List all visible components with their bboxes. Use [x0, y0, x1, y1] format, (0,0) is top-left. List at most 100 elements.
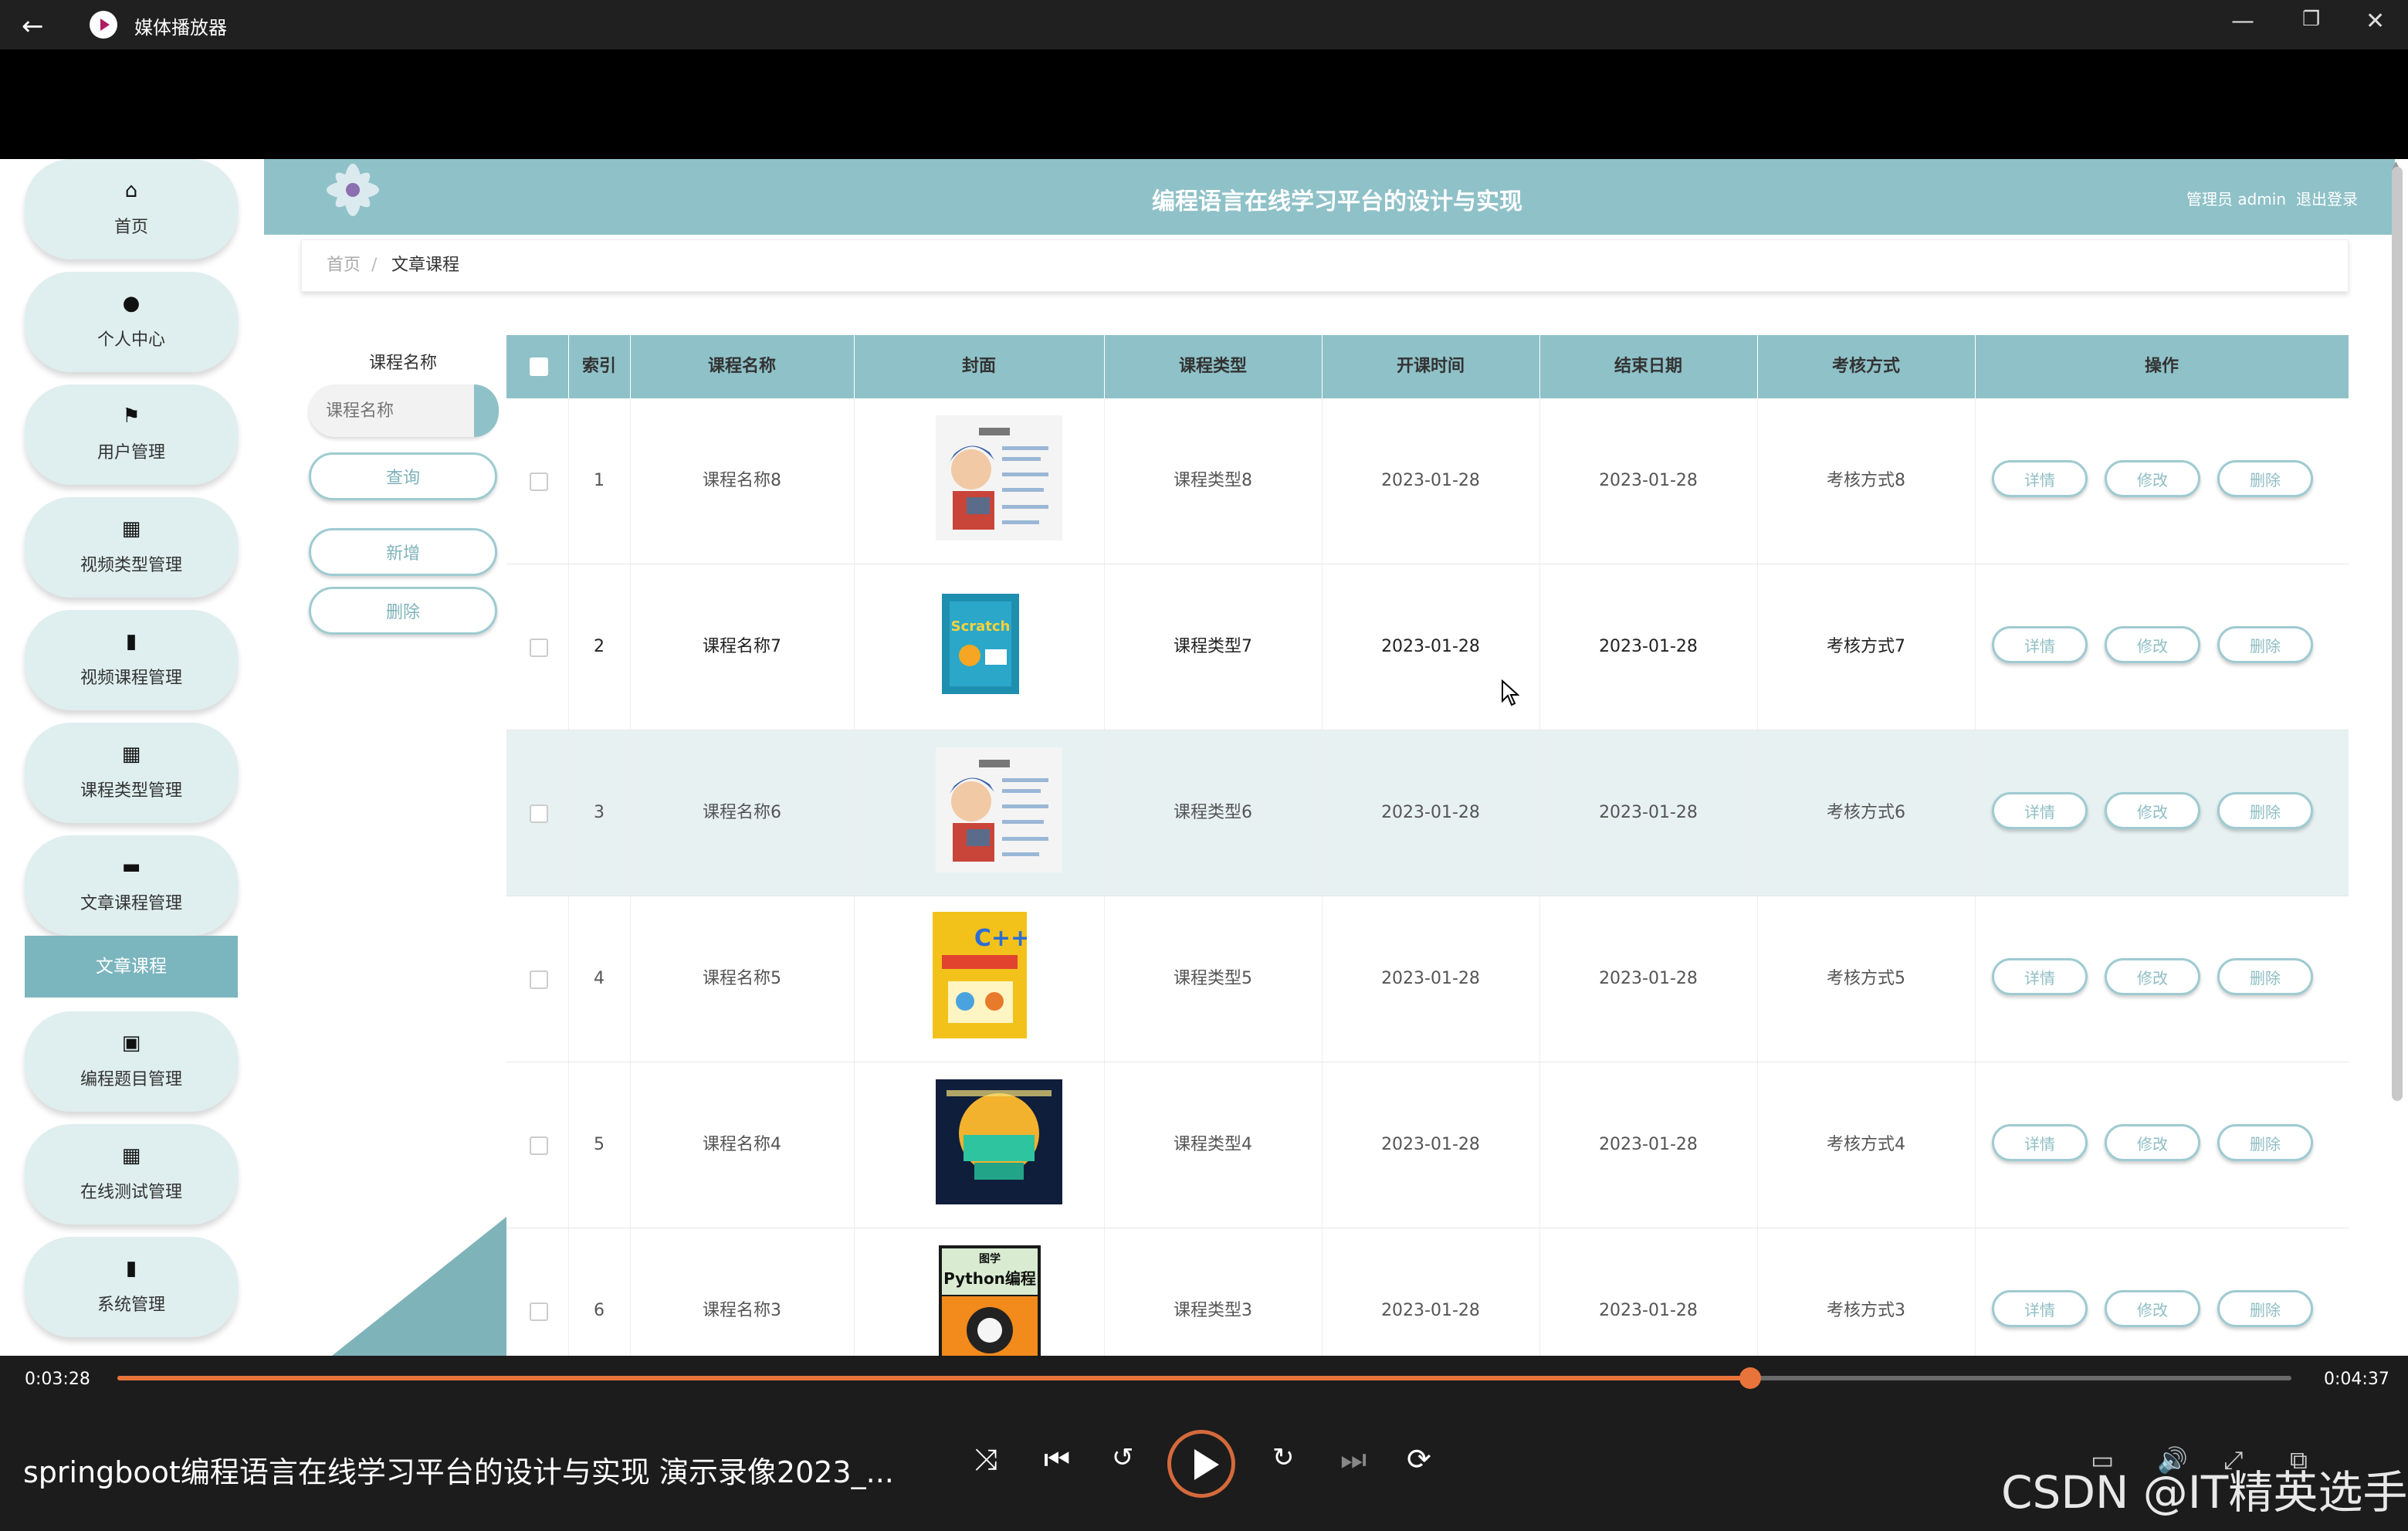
sidebar-item-users[interactable]: ⚑ 用户管理 — [25, 384, 238, 485]
row-index: 2 — [568, 564, 631, 730]
sidebar-item-article-courses[interactable]: ▬ 文章课程管理 — [25, 835, 238, 936]
search-field-label: 课程名称 — [368, 354, 437, 373]
row-checkbox[interactable] — [530, 1302, 548, 1321]
row-checkbox[interactable] — [530, 638, 548, 657]
delete-button[interactable]: 删除 — [2217, 958, 2313, 995]
detail-button[interactable]: 详情 — [1992, 626, 2088, 663]
row-end-date: 2023-01-28 — [1539, 1062, 1758, 1228]
column-header-index: 索引 — [568, 335, 631, 398]
row-actions: 详情 修改 删除 — [1975, 1228, 2349, 1356]
cover-image-cartoon-boy[interactable] — [936, 415, 1062, 540]
edit-button[interactable]: 修改 — [2105, 626, 2200, 663]
seek-bar-handle[interactable] — [1739, 1367, 1761, 1389]
shuffle-icon[interactable]: ⤨ — [974, 1442, 997, 1477]
edit-button[interactable]: 修改 — [2105, 958, 2200, 995]
close-button[interactable]: ✕ — [2366, 8, 2385, 35]
row-actions: 详情 修改 删除 — [1975, 398, 2349, 564]
cover-image-scratch-book[interactable]: Scratch — [942, 594, 1019, 694]
previous-track-icon[interactable]: ⏮ — [1044, 1442, 1070, 1477]
row-index: 1 — [568, 398, 631, 564]
add-button[interactable]: 新增 — [309, 528, 497, 576]
cover-image-kids-coding[interactable] — [936, 1079, 1062, 1204]
vertical-scrollbar[interactable] — [2392, 167, 2403, 1101]
rewind-10-icon[interactable]: ↺ — [1112, 1442, 1134, 1473]
detail-button[interactable]: 详情 — [1992, 1124, 2088, 1161]
table-row: 6 课程名称3 图学 Python编程 课程类型3 2023-01-28 202… — [506, 1228, 2349, 1356]
detail-button[interactable]: 详情 — [1992, 792, 2088, 829]
sidebar-item-label: 视频类型管理 — [80, 556, 182, 575]
row-cover-cell: C++ — [854, 896, 1105, 1062]
batch-delete-button[interactable]: 删除 — [309, 587, 497, 635]
detail-button[interactable]: 详情 — [1992, 1290, 2088, 1327]
sidebar-item-coding-problems[interactable]: ▣ 编程题目管理 — [25, 1011, 238, 1112]
select-all-checkbox[interactable] — [530, 357, 548, 376]
video-letterbox-top — [0, 49, 2408, 159]
row-end-date: 2023-01-28 — [1539, 564, 1758, 730]
current-user-label: 管理员 admin — [2186, 190, 2287, 208]
row-assessment: 考核方式6 — [1757, 730, 1976, 896]
next-track-icon[interactable]: ⏭ — [1340, 1442, 1367, 1477]
seek-bar[interactable] — [117, 1367, 2291, 1389]
flower-decoration-icon — [327, 164, 379, 216]
row-course-type: 课程类型8 — [1104, 398, 1323, 564]
total-time: 0:04:37 — [2324, 1370, 2389, 1389]
row-select-cell — [506, 730, 569, 896]
query-button[interactable]: 查询 — [309, 452, 497, 500]
delete-button[interactable]: 删除 — [2217, 1124, 2313, 1161]
row-checkbox[interactable] — [530, 804, 548, 823]
row-cover-cell: Scratch — [854, 564, 1105, 730]
sidebar-item-label: 系统管理 — [97, 1296, 165, 1315]
forward-30-icon[interactable]: ↻ — [1272, 1442, 1295, 1473]
back-arrow-icon[interactable]: ← — [22, 11, 44, 42]
sidebar-item-system[interactable]: ▮ 系统管理 — [25, 1237, 238, 1337]
bar-chart-icon: ▮ — [125, 1257, 137, 1280]
row-select-cell — [506, 896, 569, 1062]
maximize-button[interactable]: ❐ — [2302, 8, 2320, 31]
page-header: 编程语言在线学习平台的设计与实现 管理员 admin 退出登录 — [264, 159, 2395, 235]
row-actions: 详情 修改 删除 — [1975, 730, 2349, 896]
delete-button[interactable]: 删除 — [2217, 792, 2313, 829]
delete-button[interactable]: 删除 — [2217, 626, 2313, 663]
row-assessment: 考核方式3 — [1757, 1228, 1976, 1356]
breadcrumb-home-link[interactable]: 首页 — [327, 240, 361, 291]
edit-button[interactable]: 修改 — [2105, 1290, 2200, 1327]
row-checkbox[interactable] — [530, 970, 548, 989]
row-checkbox[interactable] — [530, 1136, 548, 1155]
repeat-icon[interactable]: ⟳ — [1407, 1442, 1431, 1476]
row-select-cell — [506, 1062, 569, 1228]
media-player-app-icon — [90, 11, 117, 39]
delete-button[interactable]: 删除 — [2217, 1290, 2313, 1327]
cover-image-cpp-book[interactable]: C++ — [933, 912, 1027, 1038]
sidebar-item-profile[interactable]: ● 个人中心 — [25, 272, 238, 372]
sidebar-item-home[interactable]: ⌂ 首页 — [25, 159, 238, 259]
minimize-button[interactable]: — — [2231, 8, 2254, 35]
logout-link[interactable]: 退出登录 — [2296, 187, 2358, 209]
page-title: 编程语言在线学习平台的设计与实现 — [1152, 188, 1522, 215]
video-title: springboot编程语言在线学习平台的设计与实现 演示录像2023_... — [23, 1455, 894, 1489]
edit-button[interactable]: 修改 — [2105, 460, 2200, 497]
sidebar-item-video-types[interactable]: ▦ 视频类型管理 — [25, 497, 238, 598]
row-course-name: 课程名称6 — [630, 730, 855, 896]
row-course-type: 课程类型5 — [1104, 896, 1323, 1062]
sidebar-subitem-article-course[interactable]: 文章课程 — [25, 936, 238, 998]
detail-button[interactable]: 详情 — [1992, 958, 2088, 995]
row-course-name: 课程名称3 — [630, 1228, 855, 1356]
delete-button[interactable]: 删除 — [2217, 460, 2313, 497]
row-end-date: 2023-01-28 — [1539, 1228, 1758, 1356]
table-row: 2 课程名称7 Scratch 课程类型7 2023-01-28 2023-01… — [506, 564, 2349, 730]
play-button[interactable] — [1167, 1430, 1235, 1498]
cover-image-python-book[interactable]: 图学 Python编程 — [939, 1245, 1041, 1356]
sidebar-item-label: 课程类型管理 — [80, 781, 182, 801]
edit-button[interactable]: 修改 — [2105, 792, 2200, 829]
sidebar-item-video-courses[interactable]: ▮ 视频课程管理 — [25, 610, 238, 710]
row-checkbox[interactable] — [530, 473, 548, 491]
cover-image-cartoon-boy[interactable] — [936, 747, 1062, 872]
column-header-end: 结束日期 — [1539, 335, 1758, 398]
edit-button[interactable]: 修改 — [2105, 1124, 2200, 1161]
sidebar-item-label: 首页 — [113, 218, 148, 237]
detail-button[interactable]: 详情 — [1992, 460, 2088, 497]
course-name-search-input[interactable] — [309, 384, 497, 437]
sidebar-item-course-types[interactable]: ▦ 课程类型管理 — [25, 723, 238, 823]
sidebar-item-online-tests[interactable]: ▦ 在线测试管理 — [25, 1124, 238, 1224]
row-course-name: 课程名称7 — [630, 564, 855, 730]
